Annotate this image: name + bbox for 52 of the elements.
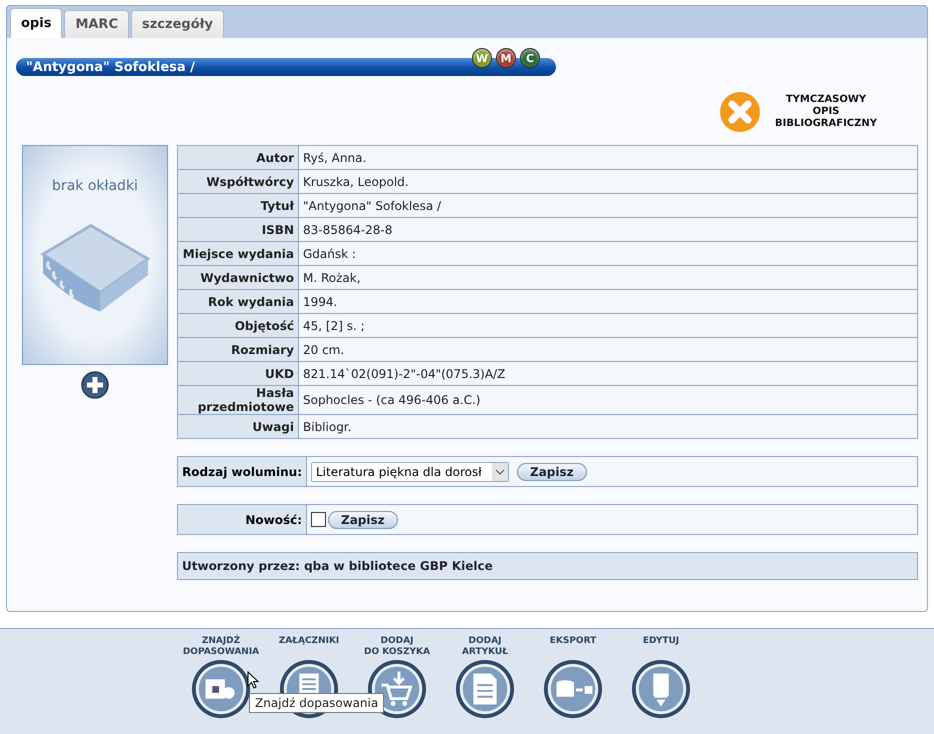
- field-label: UKD: [178, 362, 298, 386]
- field-value: "Antygona" Sofoklesa /: [298, 194, 918, 218]
- save-button[interactable]: Zapisz: [517, 462, 587, 480]
- field-value: 821.14`02(091)-2"-04"(075.3)A/Z: [298, 362, 918, 386]
- field-value: Ryś, Anna.: [298, 146, 918, 170]
- field-label: Uwagi: [178, 414, 298, 438]
- field-label: Rok wydania: [178, 290, 298, 314]
- status-text: BIBLIOGRAFICZNY: [775, 118, 877, 130]
- field-label: ISBN: [178, 218, 298, 242]
- field-value: 1994.: [298, 290, 918, 314]
- field-value: Sophocles - (ca 496-406 a.C.): [298, 386, 918, 414]
- pencil-icon: [630, 658, 692, 720]
- field-value: Kruszka, Leopold.: [298, 170, 918, 194]
- field-label: Miejsce wydania: [178, 242, 298, 266]
- tab[interactable]: MARC: [64, 10, 129, 38]
- created-by-text: Utworzony przez: qba w bibliotece GBP Kielce: [177, 552, 918, 580]
- document-icon: [454, 658, 516, 720]
- field-label: Współtwórcy: [178, 170, 298, 194]
- novelty-checkbox[interactable]: [311, 512, 326, 527]
- record-title: "Antygona" Sofoklesa /: [25, 60, 195, 74]
- field-label: Rodzaj woluminu:: [178, 457, 307, 486]
- toolbar-button[interactable]: DODAJ ARTYKUŁ: [445, 636, 525, 734]
- save-button[interactable]: Zapisz: [328, 510, 398, 528]
- field-value: M. Rożak,: [298, 266, 918, 290]
- toolbar-button[interactable]: EKSPORT: [533, 636, 613, 734]
- field-label: Objętość: [178, 314, 298, 338]
- field-label: Autor: [178, 146, 298, 170]
- close-icon: [719, 91, 762, 133]
- field-value: 83-85864-28-8: [298, 218, 918, 242]
- status-text: TYMCZASOWY: [786, 94, 866, 106]
- field-value: 20 cm.: [298, 338, 918, 362]
- field-label: Hasła przedmiotowe: [178, 386, 298, 414]
- field-value: 45, [2] s. ;: [298, 314, 918, 338]
- field-label: Nowość:: [178, 505, 307, 534]
- volume-type-dropdown[interactable]: Literatura piękna dla dorosł: [311, 462, 509, 482]
- tooltip: Znajdź dopasowania: [249, 693, 384, 713]
- field-label: Rozmiary: [178, 338, 298, 362]
- add-icon[interactable]: [81, 371, 109, 399]
- toolbar-button[interactable]: EDYTUJ: [621, 636, 701, 734]
- field-label: Tytuł: [178, 194, 298, 218]
- field-value: Bibliogr.: [298, 414, 918, 438]
- status-text: OPIS: [812, 106, 840, 118]
- caret-icon: [492, 462, 508, 480]
- format-badge[interactable]: C: [520, 48, 540, 68]
- field-value: Gdańsk :: [298, 242, 918, 266]
- field-label: Wydawnictwo: [178, 266, 298, 290]
- cursor-icon: [247, 671, 259, 689]
- tab[interactable]: opis: [10, 8, 62, 38]
- format-badge[interactable]: M: [496, 48, 516, 68]
- tab[interactable]: szczegóły: [131, 10, 224, 38]
- cover-text: brak okładki: [52, 178, 138, 194]
- database-icon: [542, 658, 604, 720]
